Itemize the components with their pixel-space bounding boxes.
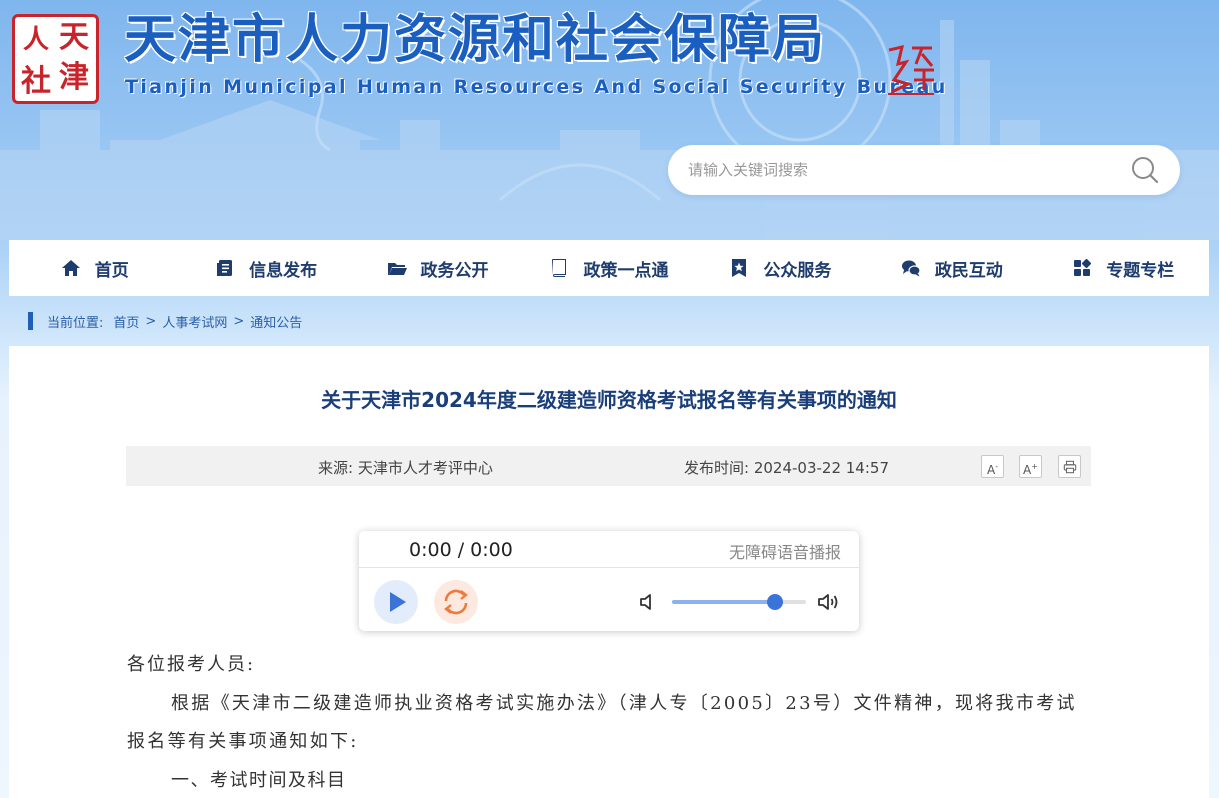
nav-item-news[interactable]: 信息发布 [180, 240, 351, 296]
article-section-heading: 一、考试时间及科目 [171, 769, 347, 791]
search-box [668, 145, 1180, 195]
font-smaller-label: A [986, 463, 996, 477]
logo-char: 人 [23, 25, 50, 55]
chat-icon [901, 260, 921, 277]
grid-icon [1074, 258, 1092, 276]
volume-slider-fill [672, 600, 776, 604]
play-icon [390, 592, 406, 612]
book-icon [552, 259, 567, 277]
nav-item-affairs[interactable]: 政务公开 [352, 240, 523, 296]
nav-item-label: 政策一点通 [583, 260, 669, 281]
nav-item-public-service[interactable]: 公众服务 [695, 240, 866, 296]
loop-button[interactable] [434, 580, 478, 624]
main-nav: 首页 信息发布 政务公开 政策一点通 公众服务 政民互动 专题专栏 [9, 240, 1209, 296]
search-input[interactable] [688, 159, 1108, 181]
player-label: 无障碍语音播报 [728, 543, 841, 562]
nav-item-label: 公众服务 [763, 260, 832, 281]
loop-icon [444, 589, 468, 615]
nav-item-label: 专题专栏 [1106, 260, 1175, 281]
player-divider [359, 567, 859, 568]
nav-item-home[interactable]: 首页 [9, 240, 180, 296]
volume-low-icon[interactable] [639, 592, 657, 612]
breadcrumb-link-exam-site[interactable]: 人事考试网 [162, 312, 227, 331]
star-badge-icon [732, 259, 747, 277]
article-paragraph: 根据《天津市二级建造师执业资格考试实施办法》（津人专〔2005〕23号）文件精神… [127, 692, 1077, 753]
print-button[interactable] [1058, 455, 1081, 478]
player-time: 0:00 / 0:00 [409, 539, 513, 561]
breadcrumb-marker [28, 312, 33, 330]
volume-slider-handle[interactable] [767, 594, 784, 610]
article-greeting: 各位报考人员: [127, 654, 256, 675]
logo-char: 津 [59, 60, 89, 95]
logo-char: 天 [59, 20, 89, 55]
home-icon [61, 260, 80, 276]
search-icon[interactable] [1130, 155, 1160, 185]
nav-item-interaction[interactable]: 政民互动 [866, 240, 1037, 296]
print-icon [1063, 460, 1076, 474]
site-logo[interactable]: 人 天 社 津 [12, 14, 99, 104]
nav-item-label: 政民互动 [934, 260, 1003, 281]
site-header: 人 天 社 津 天津市人力资源和社会保障局 Tianjin Municipal … [0, 0, 1219, 240]
article-body: 各位报考人员: 根据《天津市二级建造师执业资格考试实施办法》（津人专〔2005〕… [127, 646, 1077, 798]
volume-high-icon[interactable] [817, 591, 841, 613]
font-smaller-button[interactable]: A- [981, 455, 1004, 478]
breadcrumb-link-notices[interactable]: 通知公告 [250, 312, 302, 331]
site-subtitle: Tianjin Municipal Human Resources And So… [125, 76, 948, 98]
logo-char: 社 [21, 64, 51, 99]
nav-item-topics[interactable]: 专题专栏 [1038, 240, 1209, 296]
nav-item-policy[interactable]: 政策一点通 [523, 240, 694, 296]
article-title: 关于天津市2024年度二级建造师资格考试报名等有关事项的通知 [321, 388, 897, 412]
nav-item-label: 信息发布 [249, 260, 318, 281]
article-source: 来源: 天津市人才考评中心 [318, 459, 493, 477]
play-button[interactable] [374, 580, 418, 624]
article-container: 关于天津市2024年度二级建造师资格考试报名等有关事项的通知 来源: 天津市人才… [9, 346, 1209, 798]
breadcrumb: 当前位置: 首页 > 人事考试网 > 通知公告 [28, 312, 302, 331]
breadcrumb-separator: > [233, 313, 245, 329]
article-publish-date: 发布时间: 2024-03-22 14:57 [684, 459, 889, 477]
tianjin-government-seal-icon[interactable] [886, 44, 936, 96]
breadcrumb-link-home[interactable]: 首页 [113, 312, 139, 331]
volume-slider[interactable] [672, 594, 806, 610]
document-icon [217, 260, 233, 276]
folder-icon [387, 263, 407, 275]
accessibility-audio-player: 0:00 / 0:00 无障碍语音播报 [359, 531, 859, 631]
breadcrumb-label: 当前位置: [47, 315, 104, 331]
site-title: 天津市人力资源和社会保障局 [124, 10, 827, 70]
article-meta-bar: 来源: 天津市人才考评中心 发布时间: 2024-03-22 14:57 A- … [126, 446, 1091, 486]
font-larger-button[interactable]: A+ [1019, 455, 1042, 478]
nav-item-label: 首页 [94, 260, 129, 281]
breadcrumb-separator: > [145, 313, 157, 329]
nav-item-label: 政务公开 [420, 260, 489, 281]
